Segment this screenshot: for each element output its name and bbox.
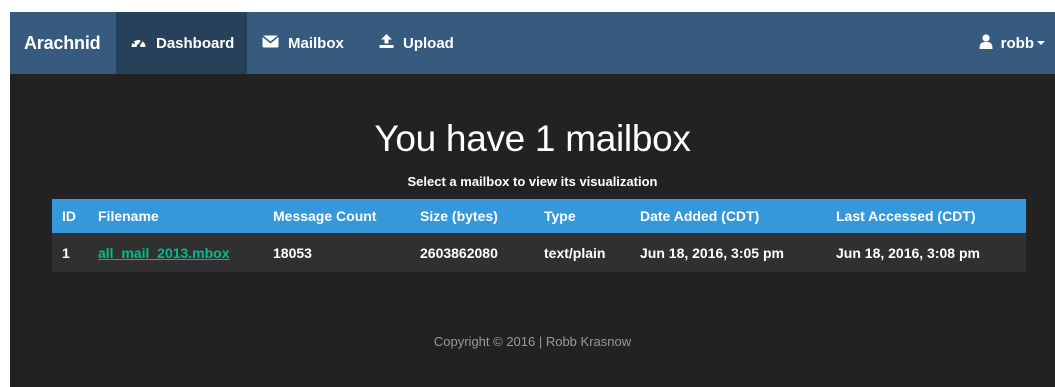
page-title: You have 1 mailbox xyxy=(374,118,691,159)
user-menu-dropdown[interactable]: robb xyxy=(979,12,1045,74)
mailbox-file-link[interactable]: all_mail_2013.mbox xyxy=(98,245,230,261)
nav-item-label: Mailbox xyxy=(288,34,344,52)
dashboard-icon xyxy=(130,34,156,53)
column-header-message-count: Message Count xyxy=(273,208,377,224)
navbar: Arachnid Dashboard Mailbox Upload robb xyxy=(10,12,1055,74)
cell-last-accessed: Jun 18, 2016, 3:08 pm xyxy=(836,244,980,261)
table-header: ID Filename Message Count Size (bytes) T… xyxy=(52,199,1026,233)
mailbox-table: ID Filename Message Count Size (bytes) T… xyxy=(52,199,1026,272)
envelope-icon xyxy=(261,34,288,52)
table-header-row: ID Filename Message Count Size (bytes) T… xyxy=(52,199,1026,233)
column-header-size: Size (bytes) xyxy=(420,208,498,224)
cell-filename: all_mail_2013.mbox xyxy=(88,233,263,272)
user-icon xyxy=(979,33,1001,53)
caret-down-icon xyxy=(1037,41,1045,45)
page: Arachnid Dashboard Mailbox Upload robb Y… xyxy=(10,12,1055,387)
page-subtitle: Select a mailbox to view its visualizati… xyxy=(407,174,658,189)
column-header-filename: Filename xyxy=(98,208,159,224)
nav-item-dashboard[interactable]: Dashboard xyxy=(116,12,247,74)
cell-size: 2603862080 xyxy=(420,244,498,261)
nav-item-upload[interactable]: Upload xyxy=(365,12,468,74)
table-row: 1 all_mail_2013.mbox 18053 2603862080 te… xyxy=(52,233,1026,272)
footer-copyright: Copyright © 2016 | Robb Krasnow xyxy=(433,334,632,349)
cell-date-added: Jun 18, 2016, 3:05 pm xyxy=(640,244,784,261)
brand-link[interactable]: Arachnid xyxy=(24,12,101,74)
column-header-last-accessed: Last Accessed (CDT) xyxy=(836,208,976,224)
nav-item-label: Dashboard xyxy=(156,34,235,52)
nav-item-label: Upload xyxy=(403,34,454,52)
cell-type: text/plain xyxy=(544,244,606,261)
user-name: robb xyxy=(1000,34,1034,52)
column-header-id: ID xyxy=(62,208,76,224)
upload-icon xyxy=(379,34,403,52)
cell-id: 1 xyxy=(62,244,70,261)
column-header-date-added: Date Added (CDT) xyxy=(640,208,760,224)
nav-item-mailbox[interactable]: Mailbox xyxy=(248,12,358,74)
column-header-type: Type xyxy=(544,208,576,224)
cell-message-count: 18053 xyxy=(273,244,312,261)
